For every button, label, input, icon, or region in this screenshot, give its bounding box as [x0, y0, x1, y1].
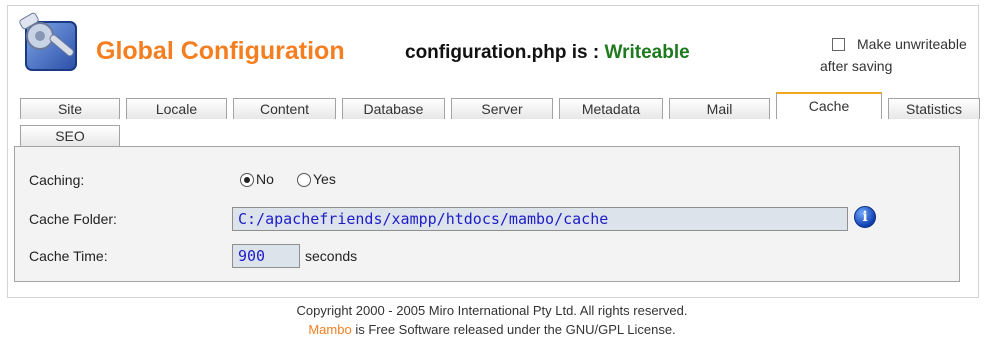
status-prefix: configuration.php is : [405, 42, 605, 63]
info-icon[interactable]: i [854, 206, 876, 228]
radio-no-label: No [256, 171, 274, 187]
footer-copyright: Copyright 2000 - 2005 Miro International… [296, 303, 688, 318]
unwriteable-line2: after saving [820, 58, 893, 74]
tab-mail[interactable]: Mail [669, 98, 770, 119]
cache-time-input[interactable]: 900 [232, 244, 300, 268]
cache-time-unit: seconds [305, 248, 358, 264]
make-unwriteable-option[interactable]: Make unwriteable after saving [820, 33, 982, 77]
tab-database[interactable]: Database [342, 98, 445, 119]
unwriteable-line1: Make unwriteable [857, 36, 967, 52]
page-title: Global Configuration [96, 37, 345, 65]
caching-radio-no[interactable]: No [240, 171, 274, 188]
cache-time-label: Cache Time: [29, 248, 108, 264]
config-tools-icon [12, 12, 84, 74]
tab-metadata[interactable]: Metadata [559, 98, 663, 119]
cache-folder-input[interactable]: C:/apachefriends/xampp/htdocs/mambo/cach… [232, 207, 848, 231]
cache-folder-row: Cache Folder: C:/apachefriends/xampp/htd… [15, 202, 959, 238]
tab-site[interactable]: Site [20, 98, 120, 119]
mambo-link[interactable]: Mambo [308, 322, 351, 337]
tab-seo[interactable]: SEO [20, 125, 120, 146]
tab-cache[interactable]: Cache [776, 92, 882, 119]
caching-label: Caching: [29, 172, 85, 188]
tab-locale[interactable]: Locale [126, 98, 227, 119]
config-status: configuration.php is : Writeable [405, 42, 690, 64]
make-unwriteable-checkbox[interactable] [832, 37, 845, 51]
cache-time-row: Cache Time: 900 seconds [15, 239, 959, 275]
tab-statistics[interactable]: Statistics [888, 98, 980, 119]
radio-yes-label: Yes [313, 171, 336, 187]
tab-server[interactable]: Server [451, 98, 553, 119]
cache-settings-panel: Caching: No Yes Cache Folder: C:/apachef… [14, 146, 960, 282]
status-value: Writeable [604, 42, 690, 63]
radio-yes[interactable] [297, 173, 311, 188]
tab-content[interactable]: Content [233, 98, 336, 119]
license-text: is Free Software released under the GNU/… [351, 322, 676, 337]
footer-license: Mambo is Free Software released under th… [0, 322, 984, 337]
radio-no-selected[interactable] [240, 173, 254, 188]
caching-radio-yes[interactable]: Yes [297, 171, 336, 188]
caching-row: Caching: No Yes [15, 163, 959, 199]
cache-folder-label: Cache Folder: [29, 211, 117, 227]
